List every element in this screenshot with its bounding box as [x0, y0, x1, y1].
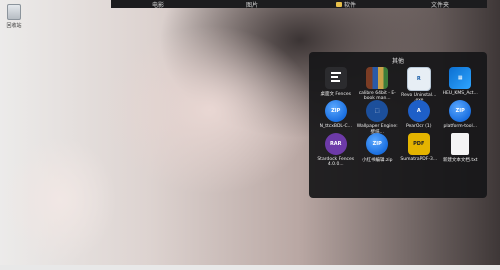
dock-tab-label: 图片 [245, 1, 258, 9]
shortcut-label: SumatraPDF-3... [400, 157, 438, 162]
dock-tab-label: 软件 [343, 1, 356, 9]
heu-kms-icon: ▦ [449, 67, 472, 89]
wallpaper-engine-icon: ⬚ [366, 100, 389, 122]
shortcut-xiaohongshu-zip[interactable]: ZIP 小红书编辑.zip [357, 133, 399, 166]
shortcut-revo-uninstaller[interactable]: R Revo Uninstal... .exe [398, 67, 440, 103]
zip-icon: ZIP [366, 133, 389, 155]
folder-icon [335, 1, 342, 7]
shortcut-label: N_ttcxBDL-C... [319, 124, 352, 129]
shortcut-calibre[interactable]: calibre 64bit - E-book man... [357, 67, 399, 101]
shortcut-label: 小红书编辑.zip [362, 158, 393, 163]
dock-tab-folders[interactable]: 文件夹 [393, 0, 487, 9]
panel-title: 其他 [391, 58, 404, 65]
dock-tab-label: 电影 [151, 1, 164, 9]
pdf-icon: PDF [407, 133, 430, 155]
shortcut-ttcx-zip[interactable]: ZIP N_ttcxBDL-C... [315, 100, 357, 133]
shortcut-label: HEU_KMS_Act... [442, 91, 478, 96]
shortcut-platform-tools-zip[interactable]: ZIP platform-tool... [440, 100, 482, 133]
zip-icon: ZIP [449, 100, 472, 122]
shortcut-label: PearOcr (1) [405, 124, 432, 129]
dock-tab-movies[interactable]: 电影 [111, 0, 205, 9]
zip-icon: ZIP [324, 100, 347, 122]
shortcut-stardock-fences-rar[interactable]: RAR Stardock Fences 4.0.0... [315, 133, 357, 167]
fences-panel-other: 其他 桌面文 Fences calibre 64bit - E-book man… [309, 52, 487, 198]
dock-tab-images[interactable]: 图片 [205, 0, 299, 9]
shortcut-label: platform-tool... [443, 124, 478, 129]
shortcut-label: 桌面文 Fences [320, 92, 351, 97]
rar-icon: RAR [324, 133, 347, 155]
dock-tab-label: 文件夹 [430, 1, 449, 9]
text-file-icon [451, 133, 470, 155]
shortcut-fences[interactable]: 桌面文 Fences [315, 67, 357, 100]
shortcut-heu-kms[interactable]: ▦ HEU_KMS_Act... [440, 67, 482, 100]
taskbar [0, 265, 500, 270]
fences-icon [324, 67, 347, 89]
shortcut-label: Stardock Fences 4.0.0... [317, 157, 355, 167]
top-dock: 电影 图片 软件 文件夹 [111, 0, 487, 9]
shortcut-sumatra-pdf[interactable]: PDF SumatraPDF-3... [398, 133, 440, 166]
shortcut-pear-ocr[interactable]: A PearOcr (1) [398, 100, 440, 133]
panel-grid: 桌面文 Fences calibre 64bit - E-book man...… [315, 67, 482, 167]
shortcut-wallpaper-engine[interactable]: ⬚ Wallpaper Engine: 壁纸... [357, 100, 399, 135]
pear-ocr-icon: A [407, 100, 430, 122]
calibre-icon [366, 67, 389, 89]
recycle-bin-shortcut[interactable]: 回收站 [4, 4, 24, 29]
recycle-bin-icon [7, 4, 21, 20]
dock-tab-software[interactable]: 软件 [299, 0, 393, 9]
shortcut-new-text-file[interactable]: 新建文本文档.txt [440, 133, 482, 166]
recycle-bin-label: 回收站 [6, 23, 22, 29]
shortcut-label: 新建文本文档.txt [442, 158, 478, 163]
revo-uninstaller-icon: R [406, 67, 431, 91]
